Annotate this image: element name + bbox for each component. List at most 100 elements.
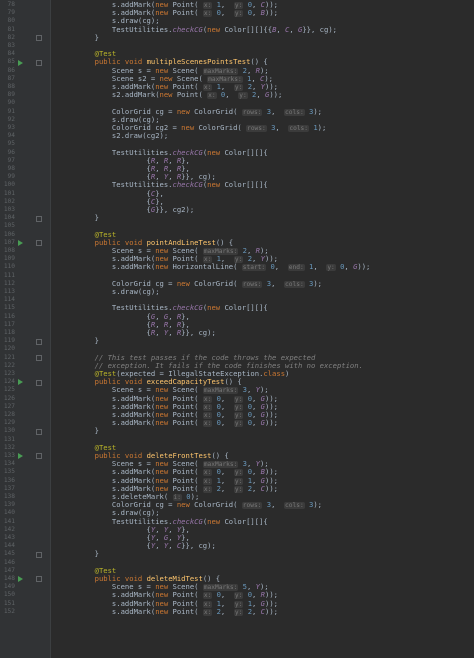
line-number: 87 xyxy=(7,74,15,82)
line-number: 126 xyxy=(3,394,15,402)
code-text: s2.draw(cg2); xyxy=(60,131,169,141)
line-number: 147 xyxy=(3,566,15,574)
line-number: 130 xyxy=(3,427,15,435)
code-line[interactable]: 119 } xyxy=(0,336,474,345)
code-text: TestUtilities.checkCG(new Color[][]{{B, … xyxy=(60,24,337,34)
line-number: 131 xyxy=(3,435,15,443)
line-number: 122 xyxy=(3,361,15,369)
fold-marker-icon[interactable] xyxy=(36,551,42,558)
line-number: 97 xyxy=(7,156,15,164)
line-number: 107 xyxy=(3,238,15,246)
line-number: 105 xyxy=(3,222,15,230)
code-line[interactable]: 130 } xyxy=(0,427,474,435)
line-number: 101 xyxy=(3,189,15,197)
line-number: 152 xyxy=(3,607,15,615)
line-number: 149 xyxy=(3,583,15,591)
line-number: 140 xyxy=(3,509,15,517)
line-number: 79 xyxy=(7,9,15,17)
fold-marker-icon[interactable] xyxy=(36,59,42,66)
line-number: 144 xyxy=(3,542,15,550)
code-text: } xyxy=(60,32,99,42)
line-number: 127 xyxy=(3,402,15,410)
line-number: 85 xyxy=(7,58,15,66)
code-line[interactable]: 152 s.addMark(new Point( x: 2, y: 2, C))… xyxy=(0,606,474,616)
line-number: 142 xyxy=(3,525,15,533)
code-text: s.draw(cg); xyxy=(60,287,160,296)
code-editor[interactable]: 78 s.addMark(new Point( x: 1, y: 0, C));… xyxy=(0,0,474,658)
line-number: 129 xyxy=(3,419,15,427)
line-number: 113 xyxy=(3,288,15,295)
line-number: 92 xyxy=(7,115,15,123)
code-text: } xyxy=(60,426,99,436)
run-test-icon[interactable] xyxy=(18,59,23,66)
line-number: 115 xyxy=(3,304,15,312)
line-number: 137 xyxy=(3,484,15,492)
line-number: 98 xyxy=(7,165,15,172)
line-number: 102 xyxy=(3,197,15,205)
line-number: 106 xyxy=(3,230,15,238)
run-test-icon[interactable] xyxy=(18,576,23,583)
line-number: 89 xyxy=(7,91,15,99)
line-number: 123 xyxy=(3,370,15,377)
line-number: 145 xyxy=(3,550,15,558)
line-number: 135 xyxy=(3,468,15,476)
line-number: 133 xyxy=(3,452,15,459)
run-test-icon[interactable] xyxy=(18,453,23,460)
line-number: 132 xyxy=(3,443,15,451)
code-line[interactable]: 145 } xyxy=(0,550,474,558)
code-line[interactable]: 89 s2.addMark(new Point( x: 0, y: 2, G))… xyxy=(0,90,474,100)
fold-marker-icon[interactable] xyxy=(36,215,42,222)
line-number: 146 xyxy=(3,558,15,566)
code-text: s.addMark(new Point( x: 2, y: 2, C)); xyxy=(60,606,278,616)
line-number: 84 xyxy=(7,50,15,58)
line-number: 121 xyxy=(3,353,15,361)
line-number: 100 xyxy=(3,181,15,189)
fold-marker-icon[interactable] xyxy=(36,338,42,345)
line-number: 120 xyxy=(3,345,15,353)
fold-marker-icon[interactable] xyxy=(36,428,42,435)
line-number: 114 xyxy=(3,296,15,304)
code-line[interactable]: 104 } xyxy=(0,213,474,223)
run-test-icon[interactable] xyxy=(18,239,23,246)
line-number: 78 xyxy=(7,1,15,8)
line-number: 82 xyxy=(7,33,15,41)
line-number: 139 xyxy=(3,501,15,509)
line-number: 143 xyxy=(3,534,15,541)
fold-marker-icon[interactable] xyxy=(36,240,42,247)
line-number: 119 xyxy=(3,337,15,345)
line-number: 117 xyxy=(3,320,15,328)
line-number: 81 xyxy=(7,25,15,33)
line-number: 94 xyxy=(7,132,15,140)
line-number: 80 xyxy=(7,17,15,25)
code-line[interactable]: 82 } xyxy=(0,32,474,42)
line-number: 116 xyxy=(3,312,15,320)
line-number: 112 xyxy=(3,279,15,287)
code-line[interactable]: 94 s2.draw(cg2); xyxy=(0,131,474,141)
line-number: 88 xyxy=(7,83,15,90)
line-number: 141 xyxy=(3,517,15,525)
line-number: 118 xyxy=(3,329,15,336)
line-number: 103 xyxy=(3,206,15,213)
fold-marker-icon[interactable] xyxy=(36,576,42,583)
line-number: 96 xyxy=(7,148,15,156)
line-number: 110 xyxy=(3,263,15,271)
line-number: 111 xyxy=(3,271,15,279)
line-number: 124 xyxy=(3,378,15,386)
fold-marker-icon[interactable] xyxy=(36,35,42,42)
run-test-icon[interactable] xyxy=(18,379,23,386)
line-number: 95 xyxy=(7,140,15,148)
code-line[interactable]: 110 s.addMark(new HorizontalLine( start:… xyxy=(0,263,474,272)
code-text: } xyxy=(60,213,99,223)
line-number: 83 xyxy=(7,42,15,49)
fold-marker-icon[interactable] xyxy=(36,453,42,460)
fold-marker-icon[interactable] xyxy=(36,379,42,386)
line-number: 109 xyxy=(3,255,15,263)
line-number: 128 xyxy=(3,411,15,418)
code-line[interactable]: 113 s.draw(cg); xyxy=(0,287,474,296)
line-number: 86 xyxy=(7,66,15,74)
line-number: 91 xyxy=(7,107,15,115)
line-number: 151 xyxy=(3,599,15,607)
line-number: 125 xyxy=(3,386,15,394)
line-number: 108 xyxy=(3,247,15,254)
fold-marker-icon[interactable] xyxy=(36,354,42,361)
